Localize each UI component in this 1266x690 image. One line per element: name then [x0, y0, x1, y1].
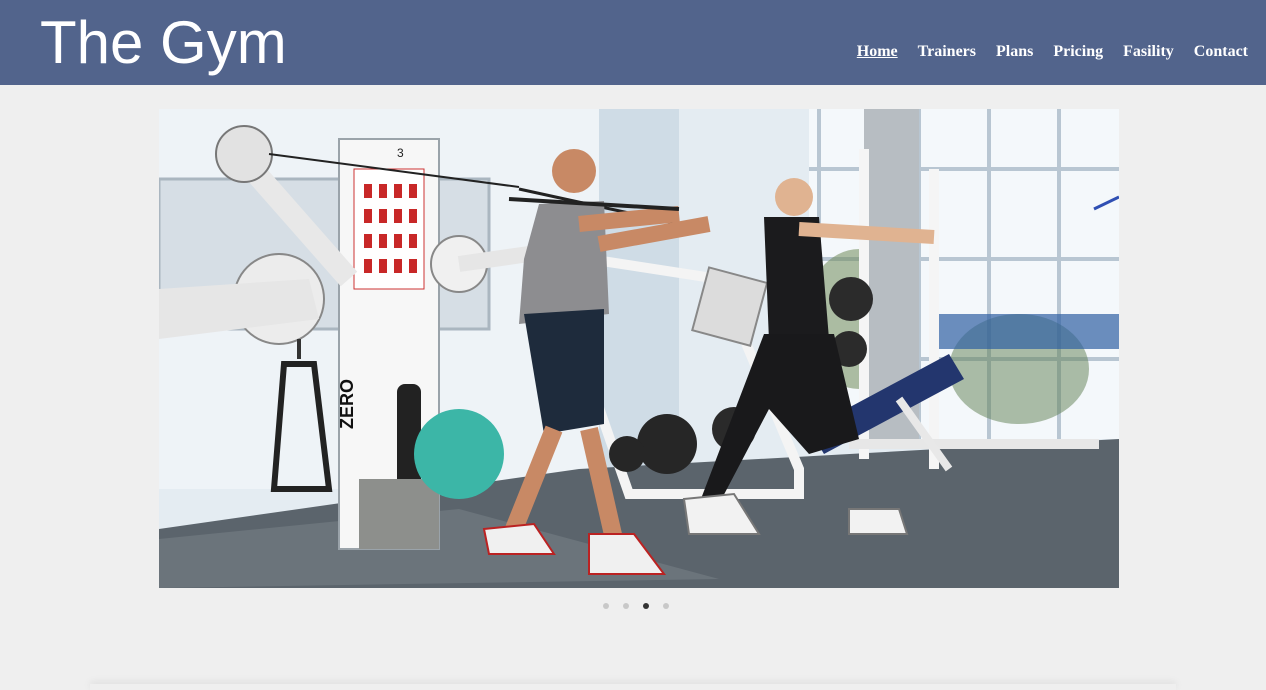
machine-number: 3 [397, 146, 404, 160]
slider-dot-3[interactable] [643, 603, 649, 609]
nav-item-fasility[interactable]: Fasility [1123, 43, 1174, 61]
nav-item-home[interactable]: Home [857, 43, 898, 61]
nav-item-pricing[interactable]: Pricing [1053, 43, 1103, 61]
site-header: The Gym Home Trainers Plans Pricing Fasi… [0, 0, 1266, 85]
site-title[interactable]: The Gym [40, 4, 287, 82]
slider-dot-2[interactable] [623, 603, 629, 609]
slider-pagination [603, 603, 669, 609]
hero-slider[interactable]: ZERO 3 [159, 109, 1119, 588]
machine-brand: ZERO [337, 379, 357, 429]
gym-photo: ZERO 3 [159, 109, 1119, 588]
footer-shadow [90, 684, 1176, 690]
nav-item-contact[interactable]: Contact [1194, 43, 1248, 61]
nav-item-plans[interactable]: Plans [996, 43, 1033, 61]
slider-dot-1[interactable] [603, 603, 609, 609]
slider-dot-4[interactable] [663, 603, 669, 609]
nav-item-trainers[interactable]: Trainers [918, 43, 976, 61]
main-nav: Home Trainers Plans Pricing Fasility Con… [857, 43, 1248, 61]
